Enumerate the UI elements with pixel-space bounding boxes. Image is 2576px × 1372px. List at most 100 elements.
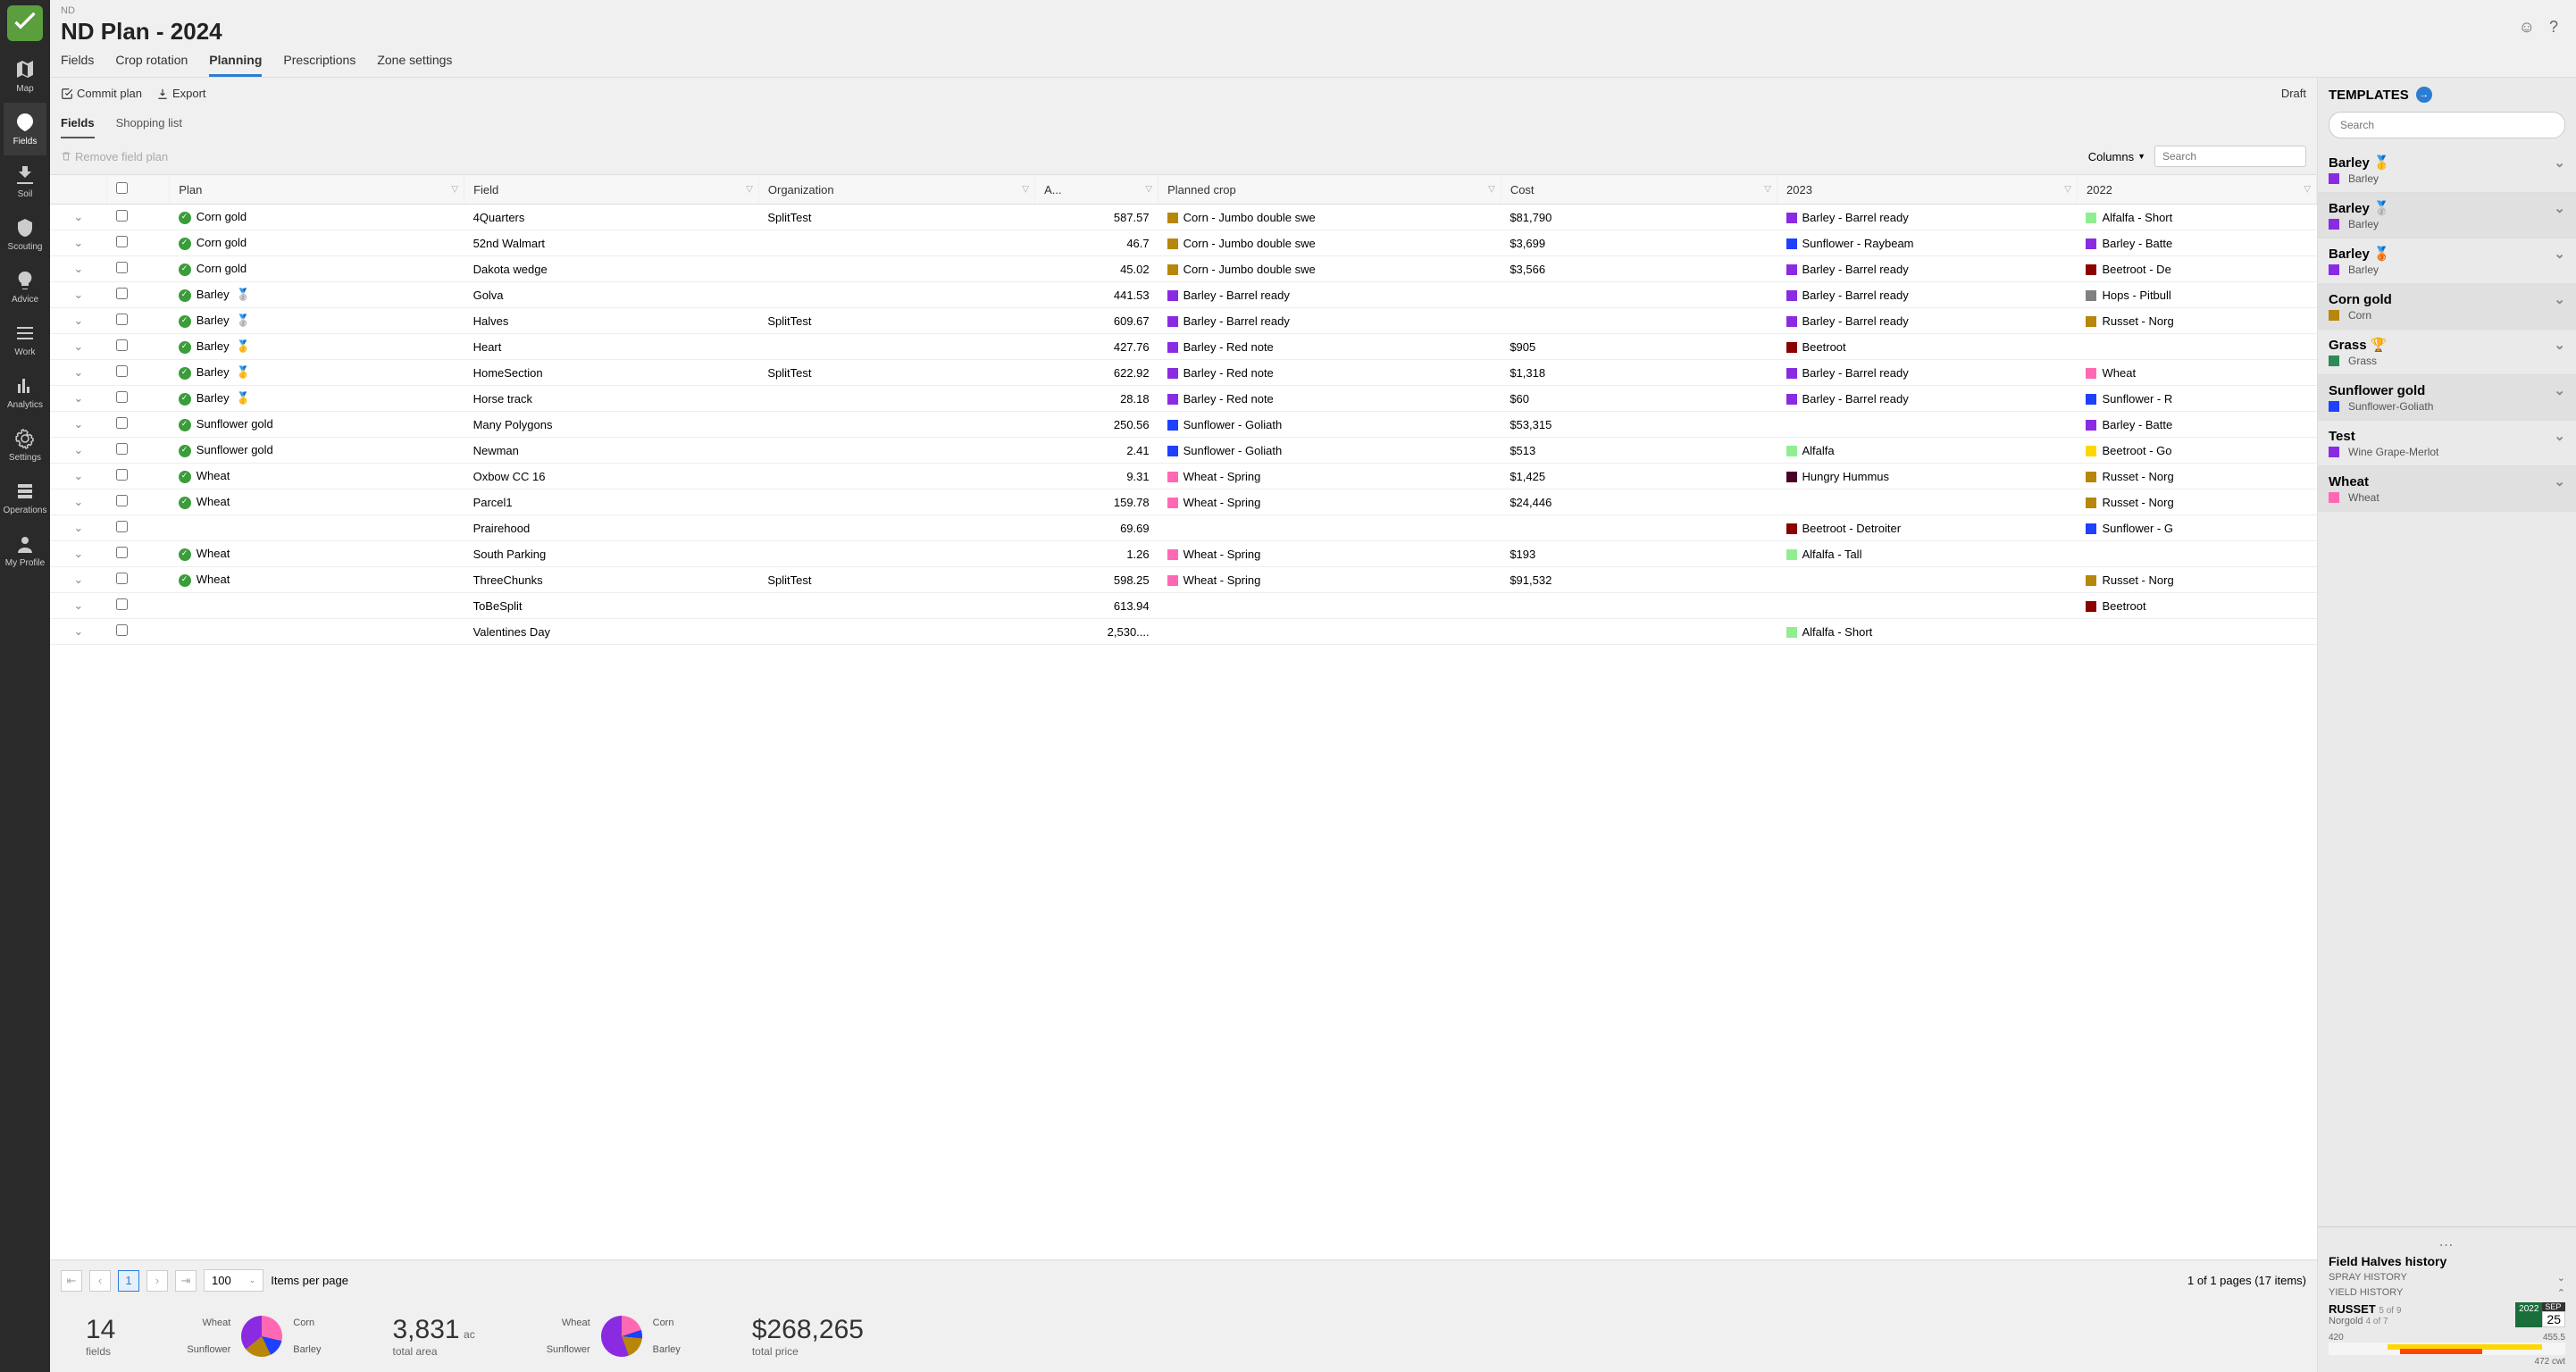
filter-icon[interactable]: ▽ bbox=[1764, 185, 1771, 195]
sidebar-item-profile[interactable]: My Profile bbox=[4, 524, 47, 577]
column-header[interactable]: Field▽ bbox=[464, 175, 759, 205]
tab-planning[interactable]: Planning bbox=[209, 53, 262, 77]
table-row[interactable]: ⌄Corn gold4QuartersSplitTest587.57Corn -… bbox=[50, 205, 2317, 230]
templates-search[interactable] bbox=[2329, 112, 2565, 138]
row-checkbox[interactable] bbox=[116, 469, 128, 481]
chevron-down-icon[interactable]: ⌄ bbox=[2554, 200, 2565, 216]
expand-row-button[interactable]: ⌄ bbox=[50, 360, 107, 386]
sidebar-item-soil[interactable]: Soil bbox=[4, 155, 47, 208]
expand-row-button[interactable]: ⌄ bbox=[50, 619, 107, 645]
row-checkbox[interactable] bbox=[116, 495, 128, 506]
page-number-button[interactable]: 1 bbox=[118, 1270, 139, 1292]
table-row[interactable]: ⌄Barley 🥇Heart427.76Barley - Red note$90… bbox=[50, 334, 2317, 360]
sidebar-item-analytics[interactable]: Analytics bbox=[4, 366, 47, 419]
table-row[interactable]: ⌄Sunflower goldNewman2.41Sunflower - Gol… bbox=[50, 438, 2317, 464]
table-row[interactable]: ⌄Barley 🥈Golva441.53Barley - Barrel read… bbox=[50, 282, 2317, 308]
row-checkbox[interactable] bbox=[116, 417, 128, 429]
expand-row-button[interactable]: ⌄ bbox=[50, 541, 107, 567]
row-checkbox[interactable] bbox=[116, 391, 128, 403]
table-row[interactable]: ⌄Prairehood69.69Beetroot - DetroiterSunf… bbox=[50, 515, 2317, 541]
row-checkbox[interactable] bbox=[116, 288, 128, 299]
column-header[interactable]: Organization▽ bbox=[758, 175, 1034, 205]
page-last-button[interactable]: ⇥ bbox=[175, 1270, 197, 1292]
row-checkbox[interactable] bbox=[116, 521, 128, 532]
page-prev-button[interactable]: ‹ bbox=[89, 1270, 111, 1292]
column-header[interactable]: A...▽ bbox=[1035, 175, 1158, 205]
chevron-up-icon[interactable]: ⌃ bbox=[2557, 1287, 2565, 1299]
column-header[interactable]: Plan▽ bbox=[170, 175, 464, 205]
tab-crop-rotation[interactable]: Crop rotation bbox=[115, 53, 188, 77]
expand-row-button[interactable]: ⌄ bbox=[50, 593, 107, 619]
sidebar-item-work[interactable]: Work bbox=[4, 314, 47, 366]
row-checkbox[interactable] bbox=[116, 210, 128, 222]
table-row[interactable]: ⌄Valentines Day2,530....Alfalfa - Short bbox=[50, 619, 2317, 645]
row-checkbox[interactable] bbox=[116, 443, 128, 455]
expand-row-button[interactable]: ⌄ bbox=[50, 308, 107, 334]
page-size-select[interactable]: 100 ⌄ bbox=[204, 1269, 263, 1292]
sidebar-item-fields[interactable]: Fields bbox=[4, 103, 47, 155]
table-search[interactable] bbox=[2154, 146, 2306, 167]
table-row[interactable]: ⌄WheatSouth Parking1.26Wheat - Spring$19… bbox=[50, 541, 2317, 567]
column-header[interactable]: 2022▽ bbox=[2077, 175, 2316, 205]
expand-row-button[interactable]: ⌄ bbox=[50, 282, 107, 308]
expand-row-button[interactable]: ⌄ bbox=[50, 334, 107, 360]
search-input[interactable] bbox=[2162, 150, 2301, 163]
row-checkbox[interactable] bbox=[116, 624, 128, 636]
row-checkbox[interactable] bbox=[116, 573, 128, 584]
row-checkbox[interactable] bbox=[116, 365, 128, 377]
row-checkbox[interactable] bbox=[116, 547, 128, 558]
expand-row-button[interactable]: ⌄ bbox=[50, 567, 107, 593]
tab-zone-settings[interactable]: Zone settings bbox=[377, 53, 452, 77]
table-row[interactable]: ⌄Corn goldDakota wedge45.02Corn - Jumbo … bbox=[50, 256, 2317, 282]
filter-icon[interactable]: ▽ bbox=[1145, 185, 1152, 195]
filter-icon[interactable]: ▽ bbox=[2064, 185, 2071, 195]
tab-fields[interactable]: Fields bbox=[61, 53, 94, 77]
filter-icon[interactable]: ▽ bbox=[1022, 185, 1029, 195]
commit-plan-button[interactable]: Commit plan bbox=[61, 87, 142, 100]
row-checkbox[interactable] bbox=[116, 339, 128, 351]
table-row[interactable]: ⌄WheatParcel1159.78Wheat - Spring$24,446… bbox=[50, 489, 2317, 515]
subtab-fields[interactable]: Fields bbox=[61, 109, 95, 138]
template-item[interactable]: Test⌄Wine Grape-Merlot bbox=[2318, 421, 2576, 466]
template-item[interactable]: Sunflower gold⌄Sunflower-Goliath bbox=[2318, 375, 2576, 421]
expand-row-button[interactable]: ⌄ bbox=[50, 515, 107, 541]
sidebar-item-settings[interactable]: Settings bbox=[4, 419, 47, 472]
help-icon[interactable]: ? bbox=[2549, 18, 2558, 37]
expand-row-button[interactable]: ⌄ bbox=[50, 438, 107, 464]
sidebar-item-advice[interactable]: Advice bbox=[4, 261, 47, 314]
template-item[interactable]: Grass 🏆⌄Grass bbox=[2318, 330, 2576, 375]
subtab-shopping-list[interactable]: Shopping list bbox=[116, 109, 182, 138]
column-header[interactable]: Cost▽ bbox=[1501, 175, 1777, 205]
chevron-down-icon[interactable]: ⌄ bbox=[2554, 291, 2565, 307]
expand-row-button[interactable]: ⌄ bbox=[50, 230, 107, 256]
expand-row-button[interactable]: ⌄ bbox=[50, 256, 107, 282]
template-item[interactable]: Barley 🥇⌄Barley bbox=[2318, 147, 2576, 193]
table-row[interactable]: ⌄Barley 🥇Horse track28.18Barley - Red no… bbox=[50, 386, 2317, 412]
filter-icon[interactable]: ▽ bbox=[451, 185, 458, 195]
expand-row-button[interactable]: ⌄ bbox=[50, 386, 107, 412]
feedback-icon[interactable]: ☺ bbox=[2519, 18, 2535, 37]
sidebar-item-map[interactable]: Map bbox=[4, 50, 47, 103]
templates-expand-icon[interactable]: → bbox=[2416, 87, 2432, 103]
table-row[interactable]: ⌄Corn gold52nd Walmart46.7Corn - Jumbo d… bbox=[50, 230, 2317, 256]
template-item[interactable]: Wheat⌄Wheat bbox=[2318, 466, 2576, 512]
expand-row-button[interactable]: ⌄ bbox=[50, 205, 107, 230]
chevron-down-icon[interactable]: ⌄ bbox=[2554, 473, 2565, 489]
tab-prescriptions[interactable]: Prescriptions bbox=[283, 53, 355, 77]
row-checkbox[interactable] bbox=[116, 314, 128, 325]
column-header[interactable]: 2023▽ bbox=[1777, 175, 2078, 205]
columns-dropdown[interactable]: Columns ▼ bbox=[2088, 150, 2145, 163]
chevron-down-icon[interactable]: ⌄ bbox=[2554, 337, 2565, 353]
row-checkbox[interactable] bbox=[116, 236, 128, 247]
column-header[interactable]: Planned crop▽ bbox=[1158, 175, 1501, 205]
page-first-button[interactable]: ⇤ bbox=[61, 1270, 82, 1292]
expand-row-button[interactable]: ⌄ bbox=[50, 412, 107, 438]
table-row[interactable]: ⌄Sunflower goldMany Polygons250.56Sunflo… bbox=[50, 412, 2317, 438]
export-button[interactable]: Export bbox=[156, 87, 206, 100]
chevron-down-icon[interactable]: ⌄ bbox=[2557, 1272, 2565, 1284]
select-all-checkbox[interactable] bbox=[116, 182, 128, 194]
filter-icon[interactable]: ▽ bbox=[1488, 185, 1495, 195]
chevron-down-icon[interactable]: ⌄ bbox=[2554, 246, 2565, 262]
row-checkbox[interactable] bbox=[116, 598, 128, 610]
expand-row-button[interactable]: ⌄ bbox=[50, 464, 107, 489]
